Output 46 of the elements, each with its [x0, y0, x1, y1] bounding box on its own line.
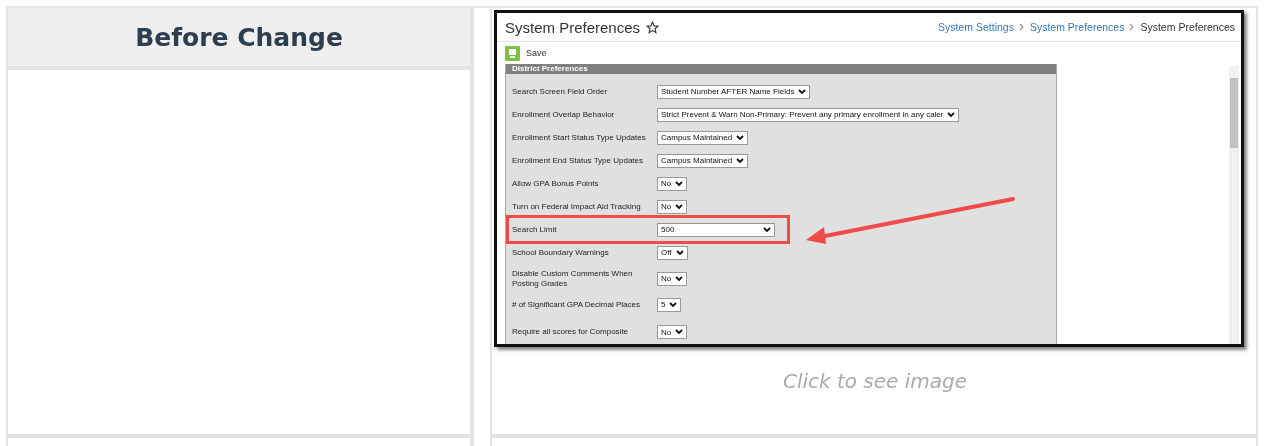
field-label: Require all scores for Composite	[512, 327, 630, 337]
chevron-down-icon	[675, 249, 684, 256]
field-label: Allow GPA Bonus Points	[512, 178, 600, 189]
scrollbar[interactable]	[1229, 66, 1239, 344]
breadcrumb-link[interactable]: System Settings	[938, 21, 1014, 33]
field-label: Disable Custom Comments When Posting Grades	[512, 268, 634, 289]
field-label: Search Limit	[512, 224, 558, 235]
chevron-down-icon	[736, 134, 745, 141]
arrow-icon	[806, 197, 1015, 244]
breadcrumb-link[interactable]: System Preferences	[1029, 21, 1125, 33]
dropdown[interactable]: Campus Maintained	[657, 153, 749, 168]
dropdown[interactable]: No	[657, 199, 688, 214]
dropdown[interactable]: Student Number AFTER Name Fields	[657, 84, 811, 99]
chevron-down-icon	[675, 180, 684, 187]
field-label: Turn on Federal Impact Aid Tracking	[512, 201, 642, 212]
dropdown[interactable]: No	[657, 176, 688, 191]
dropdown[interactable]: Strict Prevent & Warn Non-Primary: Prevent any primary enrollment in any caler	[657, 107, 960, 122]
dropdown[interactable]: 5	[657, 297, 682, 312]
field-label: Enrollment Start Status Type Updates	[512, 132, 647, 143]
field-label: School Boundary Warnings	[512, 247, 610, 258]
chevron-down-icon	[675, 329, 684, 335]
field-label: Enrollment Overlap Behavior	[512, 109, 616, 120]
field-label: Search Screen Field Order	[512, 86, 609, 97]
screenshot-window[interactable]	[494, 10, 1244, 347]
field-label: Enrollment End Status Type Updates	[512, 155, 645, 166]
field-label: # of Significant GPA Decimal Places	[512, 299, 641, 310]
chevron-down-icon	[736, 157, 745, 164]
save-button[interactable]: Save	[526, 48, 547, 58]
chevron-down-icon	[675, 275, 684, 282]
chevron-down-icon	[763, 226, 771, 233]
column-header: Before Change	[135, 22, 343, 52]
chevron-down-icon	[669, 301, 678, 308]
breadcrumb-current: System Preferences	[1140, 21, 1235, 33]
dropdown[interactable]: Campus Maintained	[657, 130, 749, 145]
chevron-down-icon	[947, 111, 956, 118]
dropdown[interactable]: No	[657, 325, 688, 339]
dropdown[interactable]: Off	[657, 245, 688, 260]
section-header: District Preferences	[506, 64, 1056, 74]
dropdown[interactable]: 500	[657, 222, 775, 237]
chevron-icon	[1129, 23, 1136, 31]
dropdown[interactable]: No	[657, 271, 688, 286]
chevron-down-icon	[798, 88, 807, 95]
star-icon[interactable]	[646, 20, 660, 34]
chevron-down-icon	[675, 203, 684, 210]
window-title: System Preferences	[505, 18, 641, 36]
chevron-icon	[1018, 23, 1025, 31]
